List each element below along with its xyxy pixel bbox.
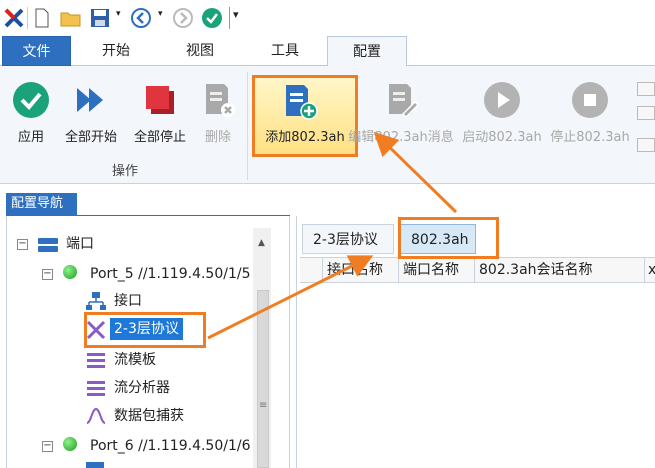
arrow-to-column (207, 255, 374, 340)
annotation-arrows (207, 131, 458, 340)
arrow-to-add-button (373, 131, 458, 214)
